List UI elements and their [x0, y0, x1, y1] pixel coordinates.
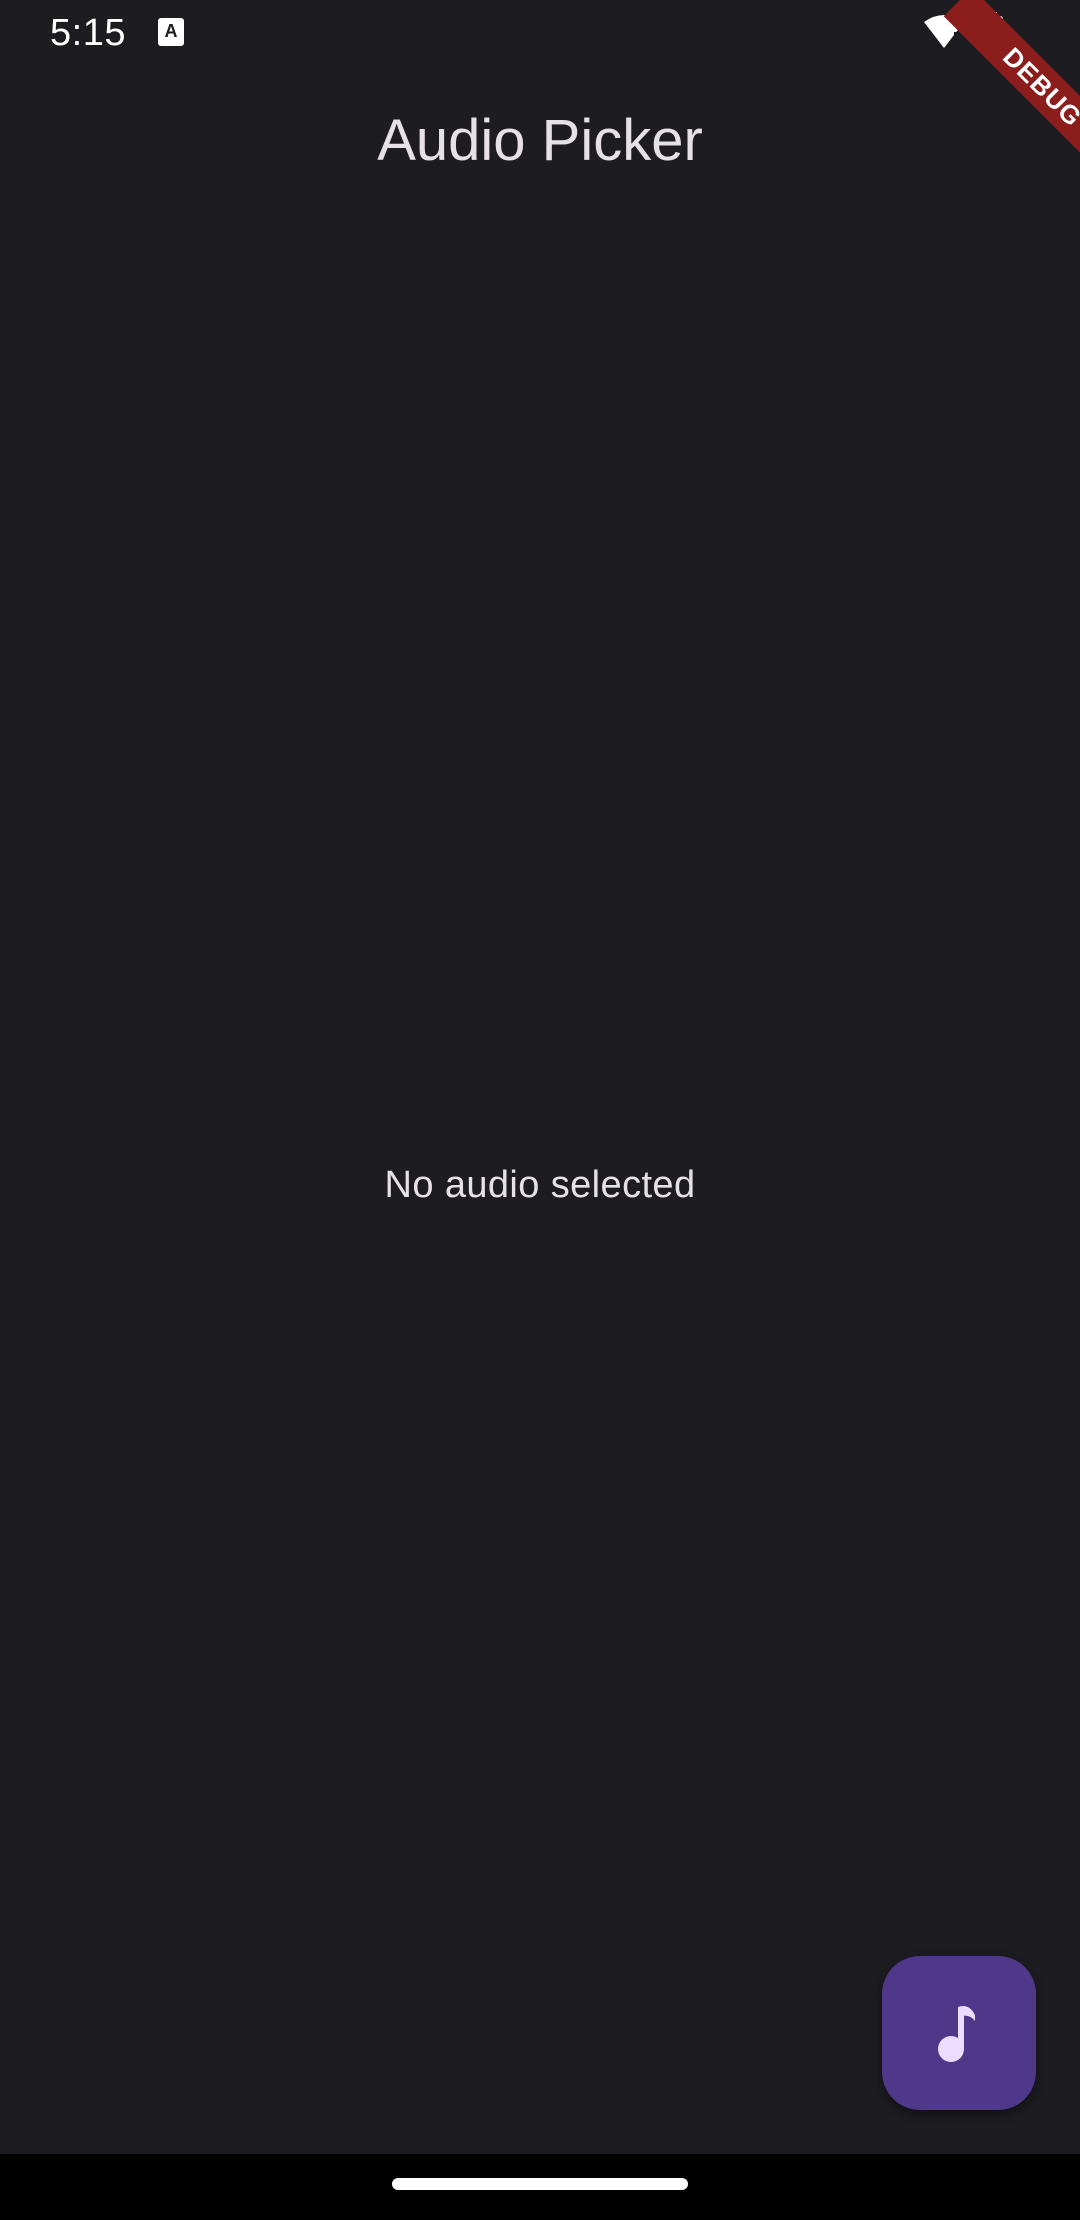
screen: 5:15 A DEBUG Audio Picker No audio selec…: [0, 0, 1080, 2220]
app-bar: Audio Picker: [0, 66, 1080, 216]
pick-audio-button[interactable]: [882, 1956, 1036, 2110]
wifi-alert-icon: [924, 15, 964, 48]
navigation-bar: [0, 2154, 1080, 2220]
music-note-icon: [938, 2006, 975, 2062]
status-time: 5:15: [50, 12, 126, 54]
battery-icon: [981, 12, 1003, 52]
page-title: Audio Picker: [377, 108, 703, 173]
empty-state-message: No audio selected: [384, 1164, 696, 1206]
home-gesture-handle[interactable]: [392, 2178, 688, 2190]
a-notification-icon: A: [158, 18, 184, 46]
status-bar: 5:15 A: [0, 0, 1080, 66]
